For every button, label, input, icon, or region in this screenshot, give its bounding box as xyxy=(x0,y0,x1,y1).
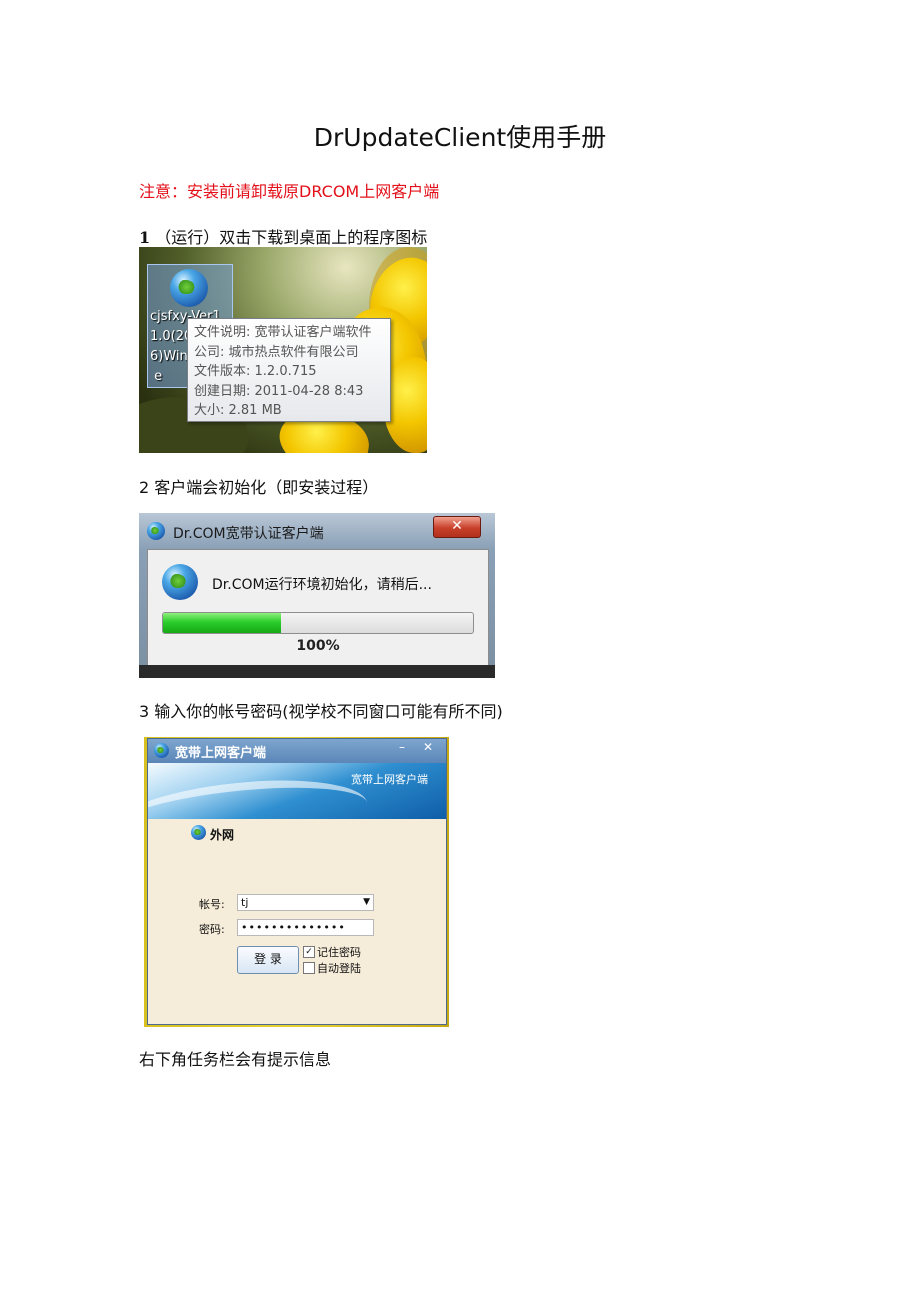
init-dialog-title: Dr.COM宽带认证客户端 xyxy=(173,526,324,542)
close-button[interactable]: ✕ xyxy=(433,516,481,538)
step3-text: 3 输入你的帐号密码(视学校不同窗口可能有所不同) xyxy=(139,702,503,721)
login-window-title: 宽带上网客户端 xyxy=(175,746,267,761)
taskbar-note: 右下角任务栏会有提示信息 xyxy=(139,1050,332,1069)
close-button[interactable]: ✕ xyxy=(416,740,440,754)
login-window-screenshot: 宽带上网客户端 – ✕ 宽带上网客户端 外网 帐号: tj ▼ 密码: ••••… xyxy=(144,737,449,1027)
step1-number: 1 xyxy=(139,228,151,247)
taskbar-strip xyxy=(139,665,495,678)
progress-bar xyxy=(162,612,474,634)
globe-icon xyxy=(170,269,208,307)
desktop-icon-screenshot: cjsfxy-Ver1 1.0(20 6)Win e 文件说明: 宽带认证客户端… xyxy=(139,247,427,453)
tooltip-description: 文件说明: 宽带认证客户端软件 xyxy=(194,325,372,340)
step1-text: 1 （运行）双击下载到桌面上的程序图标 xyxy=(139,224,427,248)
init-message: Dr.COM运行环境初始化，请稍后... xyxy=(212,577,432,593)
step2-text: 2 客户端会初始化（即安装过程） xyxy=(139,478,379,497)
auto-login-label: 自动登陆 xyxy=(317,962,361,975)
remember-password-label: 记住密码 xyxy=(317,946,361,959)
document-title: DrUpdateClient使用手册 xyxy=(313,123,607,152)
password-field[interactable]: •••••••••••••• xyxy=(237,919,374,936)
login-titlebar: 宽带上网客户端 – ✕ xyxy=(148,739,446,763)
remember-password-checkbox[interactable]: ✓ xyxy=(303,946,315,958)
account-field[interactable]: tj ▼ xyxy=(237,894,374,911)
install-warning: 注意：安装前请卸载原DRCOM上网客户端 xyxy=(139,182,440,201)
account-value: tj xyxy=(241,896,249,909)
password-label: 密码: xyxy=(199,923,225,936)
step1-description: （运行）双击下载到桌面上的程序图标 xyxy=(155,228,428,247)
progress-fill xyxy=(163,613,281,633)
network-label: 外网 xyxy=(210,828,235,842)
globe-icon xyxy=(191,825,206,840)
tooltip-company: 公司: 城市热点软件有限公司 xyxy=(194,344,359,360)
login-banner: 宽带上网客户端 xyxy=(148,763,446,819)
progress-percent: 100% xyxy=(296,638,340,654)
login-button[interactable]: 登 录 xyxy=(237,946,299,974)
chevron-down-icon[interactable]: ▼ xyxy=(363,895,370,910)
login-window: 宽带上网客户端 – ✕ 宽带上网客户端 外网 帐号: tj ▼ 密码: ••••… xyxy=(147,738,447,1025)
account-label: 帐号: xyxy=(199,898,225,911)
globe-icon xyxy=(147,522,165,540)
auto-login-checkbox[interactable] xyxy=(303,962,315,974)
globe-icon xyxy=(154,743,169,758)
tooltip-date: 创建日期: 2011-04-28 8:43 xyxy=(194,383,364,399)
banner-title: 宽带上网客户端 xyxy=(351,773,428,786)
init-dialog-screenshot: Dr.COM宽带认证客户端 ✕ Dr.COM运行环境初始化，请稍后... 100… xyxy=(139,513,495,678)
minimize-button[interactable]: – xyxy=(390,740,414,754)
init-dialog-frame: Dr.COM宽带认证客户端 ✕ Dr.COM运行环境初始化，请稍后... 100… xyxy=(139,513,495,678)
globe-icon xyxy=(162,564,198,600)
tooltip-size: 大小: 2.81 MB xyxy=(194,403,282,419)
init-dialog-body: Dr.COM运行环境初始化，请稍后... 100% xyxy=(147,549,489,667)
file-tooltip: 文件说明: 宽带认证客户端软件 公司: 城市热点软件有限公司 文件版本: 1.2… xyxy=(187,318,391,422)
tooltip-version: 文件版本: 1.2.0.715 xyxy=(194,364,317,380)
